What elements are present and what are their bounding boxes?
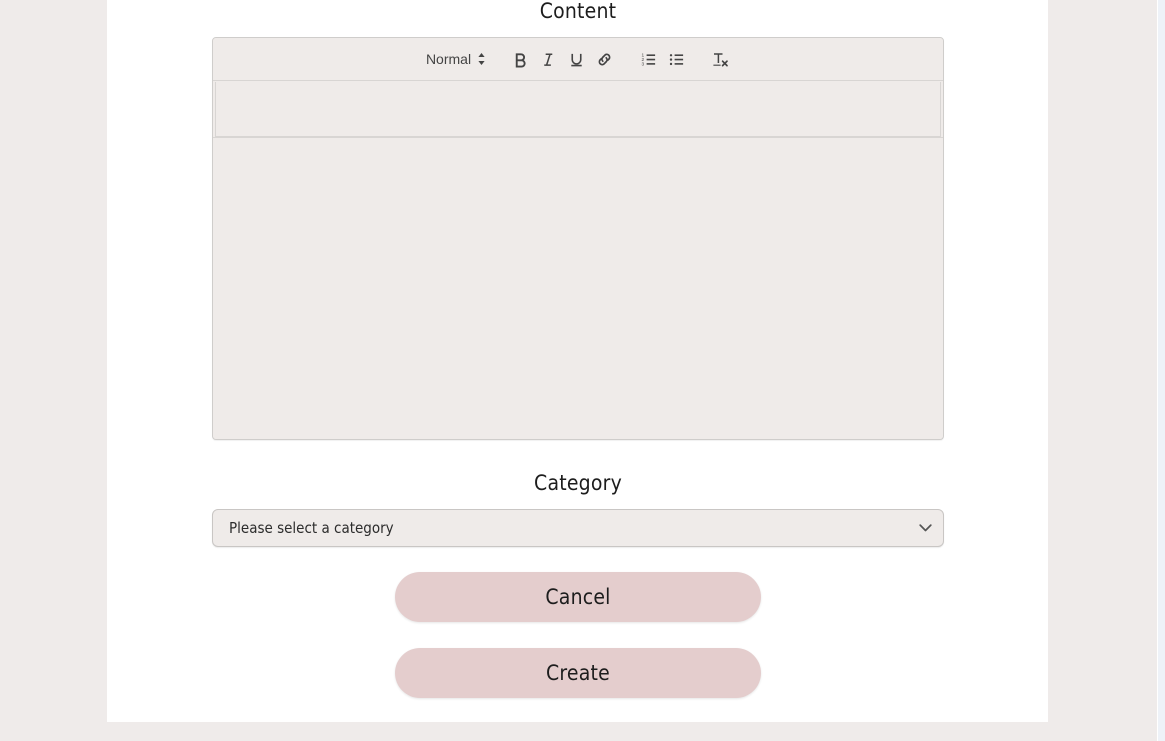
italic-button[interactable] (534, 47, 562, 71)
link-button[interactable] (590, 47, 618, 71)
category-block: Category Please select a category (212, 471, 944, 548)
bold-icon (512, 51, 529, 68)
editor-title-input[interactable] (215, 82, 941, 138)
toolbar-group-format: Normal (414, 47, 498, 71)
svg-text:3: 3 (641, 61, 644, 67)
ordered-list-icon: 1 2 3 (640, 51, 657, 68)
underline-icon (568, 51, 585, 68)
form-card: Content Normal 1 2 3 Category Please sel… (107, 0, 1048, 722)
link-icon (596, 51, 613, 68)
page-scrollbar[interactable] (1157, 0, 1165, 741)
chevron-updown-icon (477, 52, 486, 66)
bold-button[interactable] (506, 47, 534, 71)
toolbar-group-lists: 1 2 3 (626, 47, 698, 71)
category-select[interactable]: Please select a category (212, 509, 944, 548)
toolbar-group-inline (498, 47, 626, 71)
toolbar-group-clean (698, 47, 742, 71)
cancel-button[interactable]: Cancel (395, 572, 761, 623)
category-select-wrap: Please select a category (212, 509, 944, 548)
format-picker[interactable]: Normal (422, 47, 490, 71)
rich-text-editor: Normal 1 2 3 (212, 37, 944, 441)
bullet-list-icon (668, 51, 685, 68)
underline-button[interactable] (562, 47, 590, 71)
format-picker-label: Normal (425, 51, 472, 68)
app-viewport: Content Normal 1 2 3 Category Please sel… (0, 0, 1165, 741)
clear-formatting-icon (711, 50, 729, 68)
bullet-list-button[interactable] (662, 47, 690, 71)
content-field-label: Content (539, 0, 617, 23)
create-button[interactable]: Create (395, 648, 761, 699)
editor-content-area[interactable] (213, 137, 943, 440)
editor-toolbar: Normal 1 2 3 (213, 38, 943, 82)
clear-format-button[interactable] (706, 47, 734, 71)
create-post-form: Content Normal 1 2 3 Category Please sel… (212, 0, 944, 699)
italic-icon (540, 51, 557, 68)
category-field-label: Category (534, 471, 622, 496)
ordered-list-button[interactable]: 1 2 3 (634, 47, 662, 71)
